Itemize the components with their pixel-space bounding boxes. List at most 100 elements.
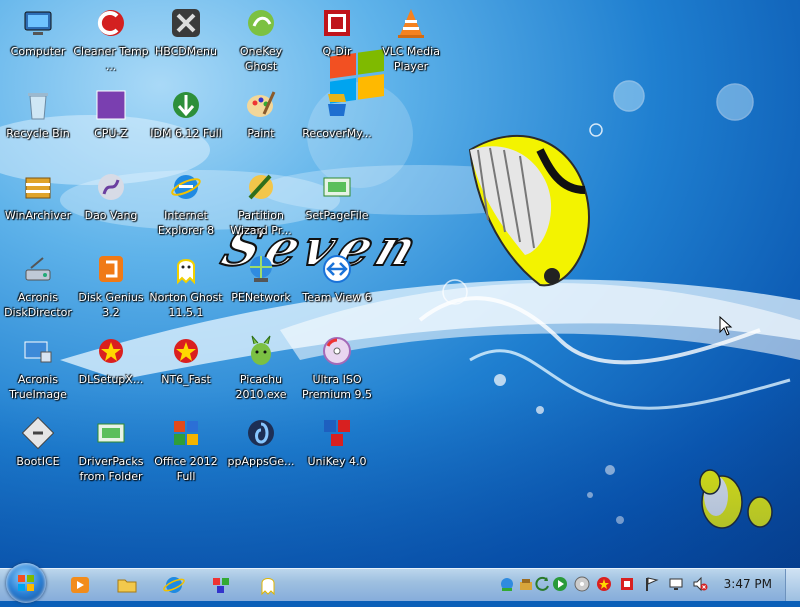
desktop-icon-diskgenius[interactable]: Disk Genius 3.2 [73, 252, 149, 320]
tray-app[interactable] [518, 576, 534, 592]
show-desktop-button[interactable] [785, 569, 800, 601]
desktop-icon-office[interactable]: Office 2012 Full [148, 416, 224, 484]
desktop-icon-nt6-fast[interactable]: NT6_Fast [148, 334, 224, 387]
desktop-icon-setpagefile[interactable]: SetPageFile [299, 170, 375, 223]
desktop-icon-driverpacks[interactable]: DriverPacks from Folder [73, 416, 149, 484]
desktop-icon-partition-wizard[interactable]: Partition Wizard Pr... [223, 170, 299, 238]
desktop-icon-label: Computer [10, 45, 66, 58]
pikachu-icon [251, 335, 271, 365]
desktop-icon-hbcdmenu[interactable]: HBCDMenu [148, 6, 224, 59]
desktop-icon-label: OneKey Ghost [239, 45, 283, 73]
desktop-icon-label: WinArchiver [4, 209, 72, 222]
desktop-icon-label: Office 2012 Full [154, 455, 218, 483]
explorer-folder-icon [117, 579, 137, 593]
network-tray-icon [501, 578, 513, 591]
desktop-icon-label: Team View 6 [302, 291, 372, 304]
desktop-icon-label: Partition Wizard Pr... [230, 209, 292, 237]
desktop-icon-daovang[interactable]: Dao Vang [73, 170, 149, 223]
desktop-icon-ppappsge[interactable]: ppAppsGe... [223, 416, 299, 469]
desktop-icon-cpuz[interactable]: CPU-Z [73, 88, 149, 141]
cpuz-icon [96, 90, 126, 120]
taskbar-explorer-button[interactable] [115, 574, 139, 596]
desktop-icon-acronis-trueimage[interactable]: Acronis TrueImage [0, 334, 76, 402]
desktop-icon-bootice[interactable]: BootICE [0, 416, 76, 469]
desktop-icon-label: UniKey 4.0 [307, 455, 367, 468]
tray-app-icon [520, 579, 532, 590]
desktop-icon-label: Internet Explorer 8 [157, 209, 215, 237]
desktop[interactable]: Seven Computer Cleaner Temp ... HBCDMenu… [0, 0, 800, 568]
driverpacks-icon [97, 423, 125, 443]
desktop-icon-penetwork[interactable]: PENetwork [223, 252, 299, 305]
partition-wizard-icon [248, 174, 273, 200]
disc-tray-icon [574, 576, 590, 592]
desktop-icon-onekey-ghost[interactable]: OneKey Ghost [223, 6, 299, 74]
desktop-icon-label: Norton Ghost 11.5.1 [149, 291, 223, 319]
desktop-icon-winarchiver[interactable]: WinArchiver [0, 170, 76, 223]
desktop-icon-internet-explorer[interactable]: Internet Explorer 8 [148, 170, 224, 238]
desktop-icon-paint[interactable]: Paint [223, 88, 299, 141]
tray-disc[interactable] [574, 576, 590, 592]
desktop-icon-label: ppAppsGe... [227, 455, 295, 468]
desktop-icon-label: DLSetupX... [78, 373, 144, 386]
desktop-icon-recovermyfiles[interactable]: RecoverMy... [299, 88, 375, 141]
archive-icon [25, 177, 51, 199]
desktop-icon-unikey[interactable]: UniKey 4.0 [299, 416, 375, 469]
ghost-icon [177, 259, 195, 285]
taskbar: 3:47 PM [0, 563, 800, 603]
tools-icon [172, 9, 200, 37]
tray-volume[interactable] [692, 576, 708, 592]
desktop-icon-label: Disk Genius 3.2 [78, 291, 144, 319]
onekey-ghost-icon [248, 10, 274, 36]
computer-icon [24, 11, 52, 35]
desktop-icon-cleaner[interactable]: Cleaner Temp ... [73, 6, 149, 74]
paint-palette-icon [247, 91, 276, 117]
tray-refresh[interactable] [535, 576, 551, 592]
office-icon [174, 421, 198, 445]
unikey-tray-icon [621, 578, 633, 590]
acronis-disk-icon [25, 257, 51, 281]
monitor-tray-icon [669, 578, 683, 590]
tray-monitor[interactable] [668, 576, 684, 592]
tray-flag[interactable] [643, 576, 659, 592]
desktop-icon-idm[interactable]: IDM 6.12 Full [148, 88, 224, 141]
taskbar-paint-button[interactable] [209, 574, 233, 596]
desktop-icon-ultraiso[interactable]: Ultra ISO Premium 9.5 [299, 334, 375, 402]
tray-vietnam-star[interactable] [596, 576, 612, 592]
desktop-icon-label: Recycle Bin [6, 127, 70, 140]
network-icon [250, 256, 272, 282]
desktop-icon-vlc[interactable]: VLC Media Player [373, 6, 449, 74]
mouse-cursor-icon [719, 316, 733, 336]
taskbar-clock[interactable]: 3:47 PM [724, 577, 772, 591]
recovermyfiles-icon [328, 94, 346, 116]
qdir-icon [324, 10, 350, 36]
desktop-icon-norton-ghost[interactable]: Norton Ghost 11.5.1 [148, 252, 224, 320]
desktop-icon-qdir[interactable]: Q-Dir [299, 6, 375, 59]
taskbar-media-player-button[interactable] [68, 574, 92, 596]
recycle-bin-icon [28, 93, 48, 120]
taskbar-ghost-button[interactable] [256, 574, 280, 596]
desktop-icon-dlsetupx[interactable]: DLSetupX... [73, 334, 149, 387]
flag-tray-icon [646, 577, 659, 591]
volume-muted-tray-icon [693, 576, 708, 592]
ppapps-icon [248, 420, 274, 446]
desktop-icon-label: Acronis TrueImage [9, 373, 67, 401]
desktop-icon-label: Dao Vang [84, 209, 138, 222]
ccleaner-icon [97, 10, 124, 36]
internet-explorer-icon [171, 175, 201, 199]
desktop-icon-teamviewer[interactable]: Team View 6 [299, 252, 375, 305]
tray-play[interactable] [552, 576, 568, 592]
bootice-icon [21, 416, 55, 450]
teamviewer-icon [323, 255, 351, 283]
internet-explorer-icon [163, 577, 185, 593]
desktop-icon-label: Q-Dir [322, 45, 352, 58]
taskbar-internet-explorer-button[interactable] [162, 574, 186, 596]
tray-network[interactable] [499, 576, 515, 592]
tray-unikey[interactable] [619, 576, 635, 592]
start-button[interactable] [6, 563, 46, 603]
desktop-icon-computer[interactable]: Computer [0, 6, 76, 59]
desktop-icon-recycle-bin[interactable]: Recycle Bin [0, 88, 76, 141]
desktop-icon-picachu[interactable]: Picachu 2010.exe [223, 334, 299, 402]
angelfish-small [699, 469, 773, 529]
desktop-icon-label: BootICE [16, 455, 60, 468]
desktop-icon-acronis-diskdirector[interactable]: Acronis DiskDirector [0, 252, 76, 320]
